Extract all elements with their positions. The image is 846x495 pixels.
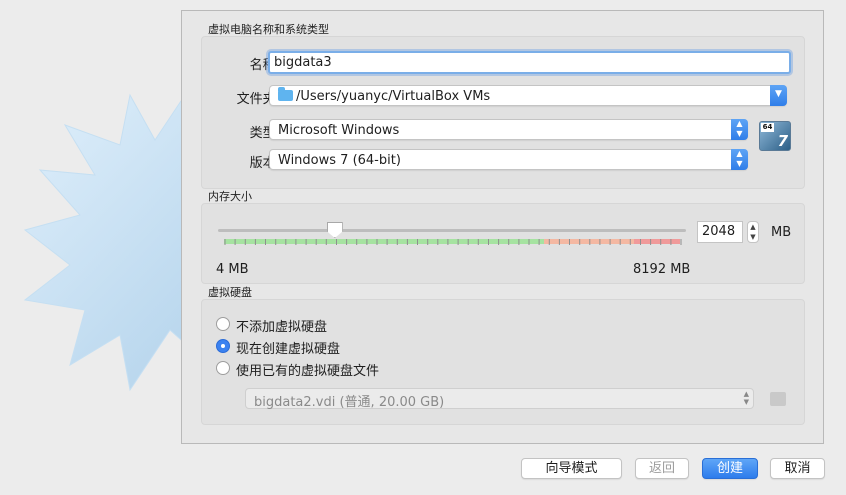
existing-disk-value: bigdata2.vdi (普通, 20.00 GB) <box>254 395 445 410</box>
version-select[interactable]: Windows 7 (64-bit) ▲ ▼ <box>269 149 748 170</box>
new-vm-dialog: 虚拟电脑名称和系统类型 名称: bigdata3 文件夹: /Users/yua… <box>181 10 824 444</box>
create-button[interactable]: 创建 <box>702 458 758 479</box>
chevron-down-icon: ▼ <box>770 85 787 106</box>
updown-chevron-icon: ▲ ▼ <box>731 149 748 170</box>
memory-slider-knob[interactable] <box>326 222 343 238</box>
folder-value: /Users/yuanyc/VirtualBox VMs <box>296 89 491 104</box>
memory-max-label: 8192 MB <box>633 262 691 277</box>
section-title-memory: 内存大小 <box>208 190 252 203</box>
radio-existing-disk[interactable] <box>216 361 230 375</box>
type-value: Microsoft Windows <box>278 123 400 138</box>
name-input[interactable]: bigdata3 <box>268 51 791 74</box>
radio-label-no-disk[interactable]: 不添加虚拟硬盘 <box>236 316 327 335</box>
memory-min-label: 4 MB <box>216 262 249 277</box>
radio-no-disk[interactable] <box>216 317 230 331</box>
disk-group: 不添加虚拟硬盘 现在创建虚拟硬盘 使用已有的虚拟硬盘文件 bigdata2.vd… <box>201 299 805 425</box>
guided-mode-button[interactable]: 向导模式 <box>521 458 622 479</box>
choose-disk-folder-icon <box>770 392 786 406</box>
type-select[interactable]: Microsoft Windows ▲ ▼ <box>269 119 748 140</box>
memory-slider-ticks <box>224 239 682 245</box>
back-button[interactable]: 返回 <box>635 458 689 479</box>
radio-label-existing-disk[interactable]: 使用已有的虚拟硬盘文件 <box>236 360 379 379</box>
folder-icon <box>278 87 293 101</box>
existing-disk-select: bigdata2.vdi (普通, 20.00 GB) ▲ ▼ <box>245 388 754 410</box>
name-os-group: 名称: bigdata3 文件夹: /Users/yuanyc/VirtualB… <box>201 36 805 189</box>
section-title-name-os: 虚拟电脑名称和系统类型 <box>208 23 329 36</box>
folder-select[interactable]: /Users/yuanyc/VirtualBox VMs ▼ <box>269 85 787 106</box>
section-title-disk: 虚拟硬盘 <box>208 286 252 299</box>
updown-chevron-icon: ▲ ▼ <box>731 119 748 140</box>
os-icon-digit: 7 <box>777 132 788 150</box>
radio-create-disk[interactable] <box>216 339 230 353</box>
version-value: Windows 7 (64-bit) <box>278 153 401 168</box>
memory-slider-track[interactable] <box>218 229 686 232</box>
updown-chevron-icon: ▲ ▼ <box>743 390 749 406</box>
radio-label-create-disk[interactable]: 现在创建虚拟硬盘 <box>236 338 340 357</box>
memory-group: 2048 ▲ ▼ MB 4 MB 8192 MB <box>201 203 805 284</box>
windows7-os-icon: 64 7 <box>759 121 791 151</box>
memory-unit-label: MB <box>771 225 792 240</box>
memory-stepper[interactable]: ▲ ▼ <box>747 221 759 243</box>
os-icon-bits: 64 <box>761 123 774 132</box>
memory-input[interactable]: 2048 <box>697 221 743 243</box>
cancel-button[interactable]: 取消 <box>770 458 825 479</box>
